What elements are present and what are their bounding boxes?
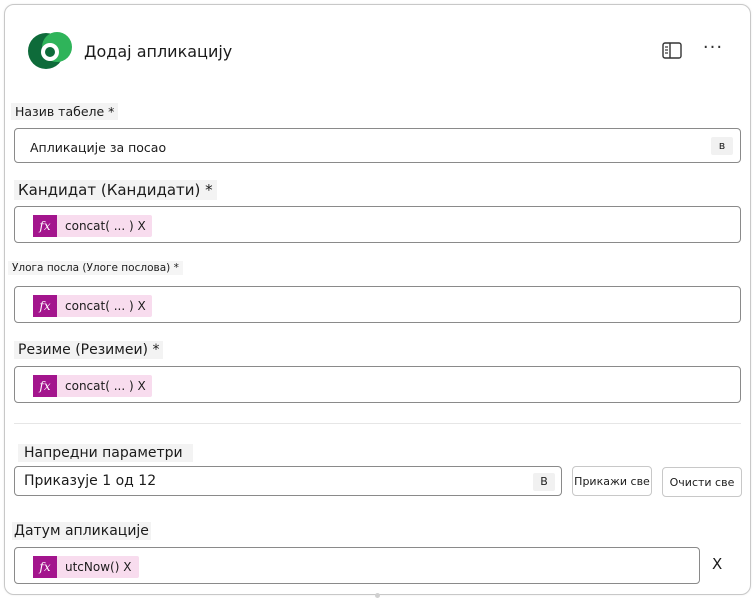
candidate-formula-text: concat( ... ) X bbox=[65, 219, 146, 233]
application-date-field[interactable]: fx utcNow() X bbox=[14, 547, 700, 584]
resume-formula-text: concat( ... ) X bbox=[65, 379, 146, 393]
resume-field[interactable]: fx concat( ... ) X bbox=[14, 366, 741, 403]
advanced-parameters-dropdown-chip[interactable]: В bbox=[533, 473, 555, 491]
application-date-formula-text: utcNow() X bbox=[65, 560, 132, 574]
resume-label: Резиме (Резимеи) * bbox=[14, 341, 164, 359]
fx-icon: fx bbox=[33, 375, 57, 397]
job-role-label: Улога посла (Улоге послова) * bbox=[8, 261, 183, 275]
resume-formula-token[interactable]: fx concat( ... ) X bbox=[33, 375, 152, 397]
fx-icon: fx bbox=[33, 215, 57, 237]
table-name-dropdown-chip[interactable]: в bbox=[711, 137, 733, 155]
clear-all-button[interactable]: Очисти све bbox=[662, 467, 742, 497]
advanced-parameters-select[interactable]: Приказује 1 од 12 В bbox=[14, 466, 562, 496]
candidate-field[interactable]: fx concat( ... ) X bbox=[14, 206, 741, 243]
application-date-formula-token[interactable]: fx utcNow() X bbox=[33, 556, 140, 578]
more-options-icon[interactable]: ··· bbox=[700, 38, 726, 62]
fx-icon: fx bbox=[33, 295, 57, 317]
table-name-value: Апликације за посао bbox=[30, 140, 167, 155]
page-title: Додај апликацију bbox=[84, 42, 233, 61]
show-all-button[interactable]: Прикажи све bbox=[572, 466, 652, 496]
job-role-field[interactable]: fx concat( ... ) X bbox=[14, 286, 741, 323]
job-role-formula-token[interactable]: fx concat( ... ) X bbox=[33, 295, 152, 317]
application-date-label: Датум апликације bbox=[12, 522, 151, 540]
advanced-parameters-value: Приказује 1 од 12 bbox=[24, 473, 157, 489]
table-name-field[interactable]: Апликације за посао в bbox=[14, 128, 741, 163]
fx-icon: fx bbox=[33, 556, 57, 578]
dataverse-logo-icon bbox=[28, 32, 72, 69]
advanced-parameters-label: Напредни параметри bbox=[18, 444, 193, 462]
candidate-formula-token[interactable]: fx concat( ... ) X bbox=[33, 215, 152, 237]
remove-application-date-button[interactable]: X bbox=[712, 555, 722, 573]
panel-icon[interactable] bbox=[660, 40, 684, 62]
candidate-label: Кандидат (Кандидати) * bbox=[14, 180, 217, 200]
resize-handle[interactable] bbox=[375, 593, 380, 598]
table-name-label: Назив табеле * bbox=[11, 103, 119, 120]
job-role-formula-text: concat( ... ) X bbox=[65, 299, 146, 313]
section-divider bbox=[14, 423, 741, 424]
